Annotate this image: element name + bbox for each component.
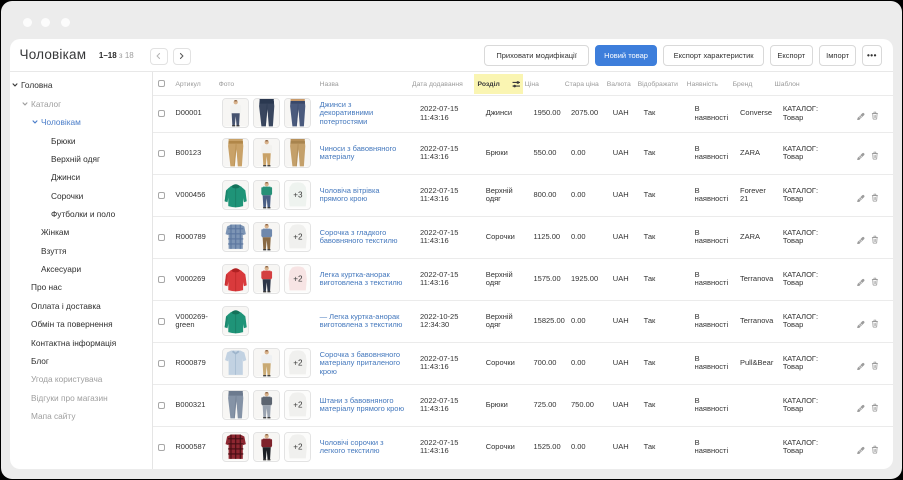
svg-text:+2: +2: [293, 359, 303, 368]
svg-text:+2: +2: [293, 401, 303, 410]
svg-text:+3: +3: [293, 191, 303, 200]
svg-text:+2: +2: [293, 443, 303, 452]
svg-text:+2: +2: [293, 275, 303, 284]
svg-text:+2: +2: [293, 233, 303, 242]
